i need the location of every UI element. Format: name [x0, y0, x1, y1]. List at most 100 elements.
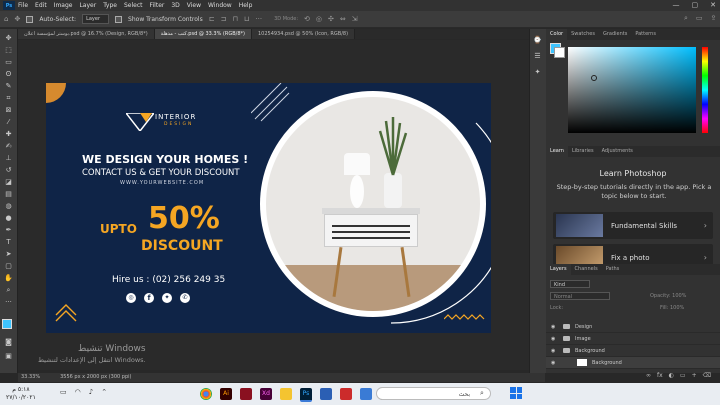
align-left-icon[interactable]: ⊏ — [209, 15, 215, 23]
tab-channels[interactable]: Channels — [571, 264, 602, 275]
screen-mode-icon[interactable]: ▣ — [3, 351, 14, 361]
taskbar-search-input[interactable]: بحث — [376, 387, 491, 400]
illustrator-icon[interactable]: Ai — [220, 388, 232, 400]
whatsapp-icon[interactable]: ✆ — [180, 293, 190, 303]
clock[interactable]: ٥:١٨ م ٢٧/١٠/٢٠٢١ — [6, 386, 36, 402]
align-right-icon[interactable]: ⊓ — [232, 15, 237, 23]
blur-tool-icon[interactable]: ◍ — [3, 201, 14, 211]
3d-scale-icon[interactable]: ⇲ — [352, 15, 358, 23]
close-icon[interactable]: ✕ — [710, 1, 716, 9]
tab-paths[interactable]: Paths — [602, 264, 624, 275]
frame-tool-icon[interactable]: ⊠ — [3, 105, 14, 115]
more-tools-icon[interactable]: ··· — [3, 297, 14, 307]
menu-3d[interactable]: 3D — [171, 2, 179, 9]
quick-mask-icon[interactable]: ◙ — [3, 337, 14, 347]
tab-document-1[interactable]: بوستر لمؤسسة اعلان.psd @ 16.7% (Design, … — [18, 29, 155, 39]
learn-card-fundamental[interactable]: Fundamental Skills › — [553, 212, 713, 239]
move-tool-icon[interactable]: ✥ — [14, 15, 20, 23]
eye-icon[interactable]: ◉ — [551, 336, 557, 342]
zoom-tool-icon[interactable]: ⌕ — [3, 285, 14, 295]
mask-icon[interactable]: ◐ — [669, 372, 674, 379]
menu-window[interactable]: Window — [208, 2, 232, 9]
maximize-icon[interactable]: ▢ — [692, 1, 699, 9]
tab-color[interactable]: Color — [546, 29, 568, 40]
wifi-icon[interactable]: ◠ — [75, 388, 81, 396]
tab-patterns[interactable]: Patterns — [631, 29, 660, 40]
menu-layer[interactable]: Layer — [79, 2, 96, 9]
menu-filter[interactable]: Filter — [150, 2, 165, 9]
background-swatch[interactable] — [554, 47, 565, 58]
eye-icon[interactable]: ◉ — [551, 324, 557, 330]
color-picker-field[interactable] — [568, 47, 696, 133]
dodge-tool-icon[interactable]: ● — [3, 213, 14, 223]
new-layer-icon[interactable]: + — [692, 372, 697, 379]
eye-icon[interactable]: ◉ — [551, 360, 557, 366]
stamp-tool-icon[interactable]: ⊥ — [3, 153, 14, 163]
3d-drag-icon[interactable]: ✣ — [328, 15, 334, 23]
minimize-icon[interactable]: — — [673, 1, 680, 9]
menu-image[interactable]: Image — [54, 2, 73, 9]
blend-mode-dropdown[interactable]: Normal — [550, 292, 610, 300]
media-icon[interactable] — [340, 388, 352, 400]
artboard-tool-icon[interactable]: ⬚ — [3, 45, 14, 55]
acrobat-icon[interactable] — [240, 388, 252, 400]
tab-document-2[interactable]: كنب - مذهلة.psd @ 33.3% (RGB/8*) — [154, 29, 252, 39]
align-top-icon[interactable]: ⊔ — [244, 15, 249, 23]
chevron-up-icon[interactable]: ⌃ — [101, 388, 107, 396]
lasso-tool-icon[interactable]: ʘ — [3, 69, 14, 79]
3d-roll-icon[interactable]: ◎ — [316, 15, 322, 23]
instagram-icon[interactable]: ◎ — [126, 293, 136, 303]
brush-tool-icon[interactable]: ✍ — [3, 141, 14, 151]
file-explorer-icon[interactable] — [280, 388, 292, 400]
search-icon[interactable]: ⌕ — [684, 14, 688, 23]
history-brush-icon[interactable]: ↺ — [3, 165, 14, 175]
tab-document-3[interactable]: 10254934.psd @ 50% (Icon, RGB/8) — [251, 29, 356, 39]
pen-tool-icon[interactable]: ✒ — [3, 225, 14, 235]
tab-adjustments[interactable]: Adjustments — [598, 146, 637, 157]
move-tool-icon[interactable]: ✥ — [3, 33, 14, 43]
eye-icon[interactable]: ◉ — [551, 348, 557, 354]
quick-select-tool-icon[interactable]: ✎ — [3, 81, 14, 91]
hue-slider[interactable] — [702, 47, 708, 133]
align-center-icon[interactable]: ⊐ — [221, 15, 227, 23]
menu-type[interactable]: Type — [103, 2, 117, 9]
notification-icon[interactable]: ▭ — [60, 388, 67, 396]
layer-row[interactable]: ◉ Design — [546, 321, 720, 333]
eraser-tool-icon[interactable]: ◪ — [3, 177, 14, 187]
menu-file[interactable]: File — [18, 2, 28, 9]
layer-row[interactable]: ◉ Background — [546, 345, 720, 357]
link-icon[interactable]: ∞ — [646, 372, 651, 379]
auto-select-checkbox[interactable] — [26, 15, 34, 23]
layer-filter-dropdown[interactable]: Kind — [550, 280, 590, 288]
tab-learn[interactable]: Learn — [546, 146, 568, 157]
type-tool-icon[interactable]: T — [3, 237, 14, 247]
3d-rotate-icon[interactable]: ⟲ — [304, 15, 310, 23]
menu-view[interactable]: View — [187, 2, 201, 9]
rectangle-tool-icon[interactable]: ▢ — [3, 261, 14, 271]
layer-row[interactable]: ◉ Background — [546, 357, 720, 369]
foreground-color-swatch[interactable] — [2, 319, 12, 329]
chrome-icon[interactable] — [200, 388, 212, 400]
tab-layers[interactable]: Layers — [546, 264, 571, 275]
new-group-icon[interactable]: ▭ — [680, 372, 686, 379]
design-document[interactable]: INTERIOR DESIGN WE DESIGN YOUR HOMES ! C… — [46, 83, 491, 333]
layer-row[interactable]: ◉ Image — [546, 333, 720, 345]
volume-icon[interactable]: ♪ — [89, 388, 93, 396]
photoshop-taskbar-icon[interactable]: Ps — [300, 388, 312, 402]
edge-icon[interactable] — [360, 388, 372, 400]
path-select-icon[interactable]: ➤ — [3, 249, 14, 259]
home-icon[interactable]: ⌂ — [4, 15, 8, 23]
xd-icon[interactable]: Xd — [260, 388, 272, 400]
tab-libraries[interactable]: Libraries — [568, 146, 598, 157]
facebook-icon[interactable]: f — [144, 293, 154, 303]
zoom-level[interactable]: 33.33% — [21, 373, 40, 382]
healing-brush-icon[interactable]: ✚ — [3, 129, 14, 139]
document-info[interactable]: 3556 px x 2000 px (300 ppi) — [60, 373, 131, 382]
menu-select[interactable]: Select — [124, 2, 143, 9]
tab-gradients[interactable]: Gradients — [599, 29, 631, 40]
twitter-icon[interactable]: ✦ — [162, 293, 172, 303]
share-icon[interactable]: ⇪ — [711, 14, 717, 23]
menu-edit[interactable]: Edit — [35, 2, 47, 9]
transform-checkbox[interactable] — [115, 15, 123, 23]
tab-swatches[interactable]: Swatches — [567, 29, 599, 40]
